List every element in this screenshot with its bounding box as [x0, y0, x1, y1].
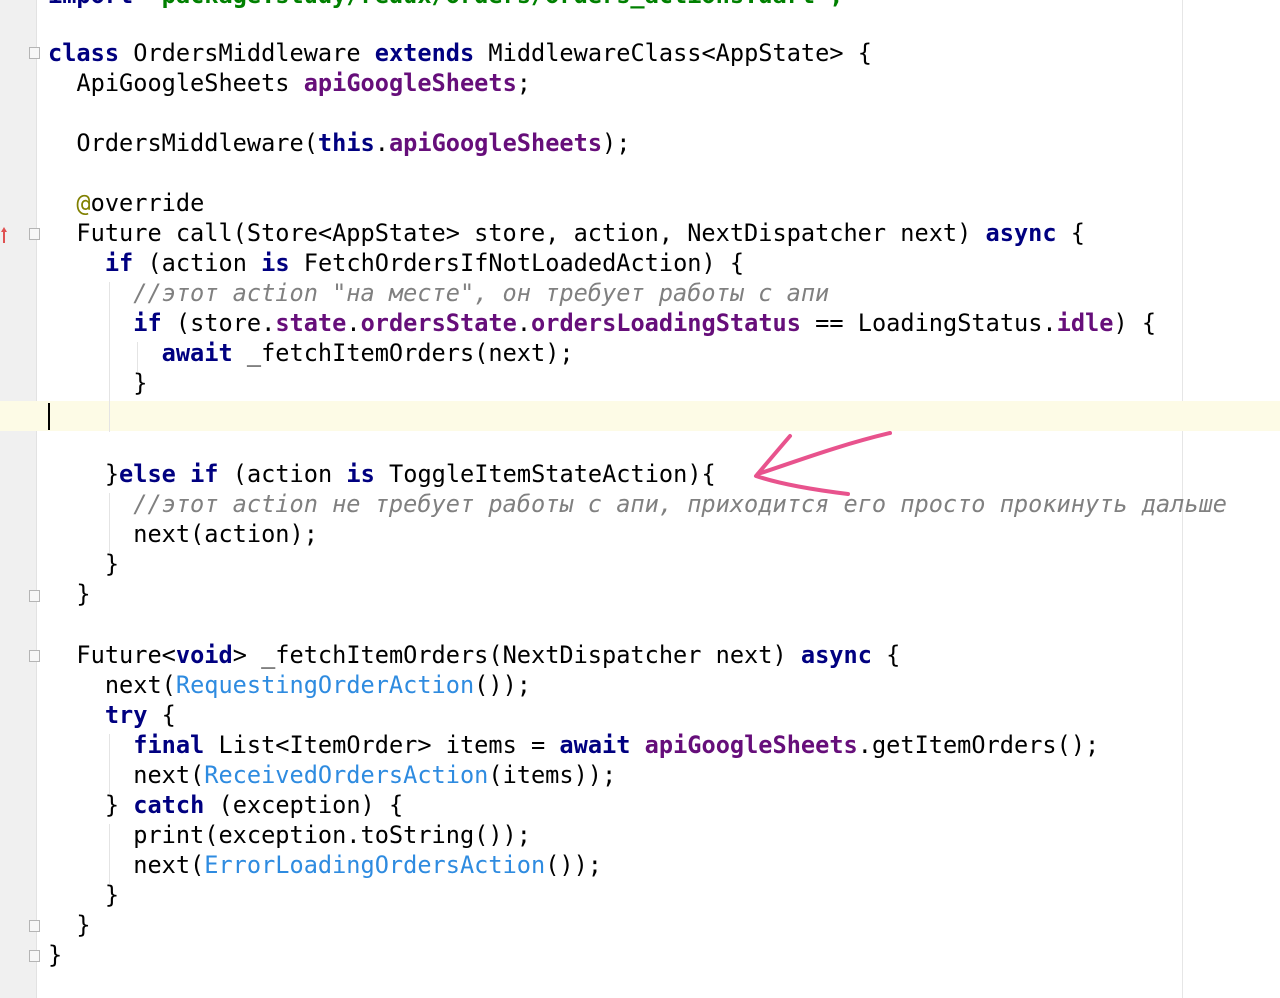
code-line-18: next(action); [133, 520, 318, 548]
code-line-12: await _fetchItemOrders(next); [161, 339, 574, 367]
code-line-32: } [48, 941, 63, 969]
code-line-9: if (action is FetchOrdersIfNotLoadedActi… [104, 249, 745, 277]
code-line-31: } [76, 911, 91, 939]
code-line-24: try { [104, 701, 176, 729]
code-line-3: ApiGoogleSheets apiGoogleSheets; [76, 69, 532, 97]
fold-icon[interactable] [29, 590, 40, 602]
code-line-1: import 'package:study/redux/orders/order… [48, 0, 843, 10]
code-line-2: class OrdersMiddleware extends Middlewar… [48, 39, 872, 67]
code-line-19: } [104, 550, 120, 578]
fold-icon[interactable] [29, 650, 40, 662]
code-line-13: } [133, 369, 148, 397]
fold-icon[interactable] [29, 47, 40, 59]
code-line-16: }else if (action is ToggleItemStateActio… [104, 460, 716, 488]
code-line-25: final List<ItemOrder> items = await apiG… [133, 731, 1100, 759]
text-caret [48, 403, 50, 430]
code-line-23: next(RequestingOrderAction()); [104, 671, 531, 699]
code-line-20: } [76, 580, 91, 608]
code-line-8: Future call(Store<AppState> store, actio… [76, 219, 1086, 247]
code-line-10: //этот action "на месте", он требует раб… [133, 279, 830, 307]
code-line-7: @override [76, 189, 205, 217]
override-marker-icon[interactable] [0, 226, 8, 244]
code-line-30: } [104, 881, 120, 909]
code-line-11: if (store.state.ordersState.ordersLoadin… [133, 309, 1157, 337]
editor-gutter[interactable] [0, 0, 37, 998]
code-line-26: next(ReceivedOrdersAction(items)); [133, 761, 617, 789]
fold-icon[interactable] [29, 228, 40, 240]
code-line-22: Future<void> _fetchItemOrders(NextDispat… [76, 641, 901, 669]
code-line-28: print(exception.toString()); [133, 821, 531, 849]
code-line-27: } catch (exception) { [104, 791, 404, 819]
fold-icon[interactable] [29, 920, 40, 932]
code-line-17: //этот action не требует работы с апи, п… [133, 490, 1227, 518]
fold-icon[interactable] [29, 950, 40, 962]
code-line-29: next(ErrorLoadingOrdersAction()); [133, 851, 603, 879]
current-line-highlight [0, 401, 1280, 431]
code-line-5: OrdersMiddleware(this.apiGoogleSheets); [76, 129, 631, 157]
